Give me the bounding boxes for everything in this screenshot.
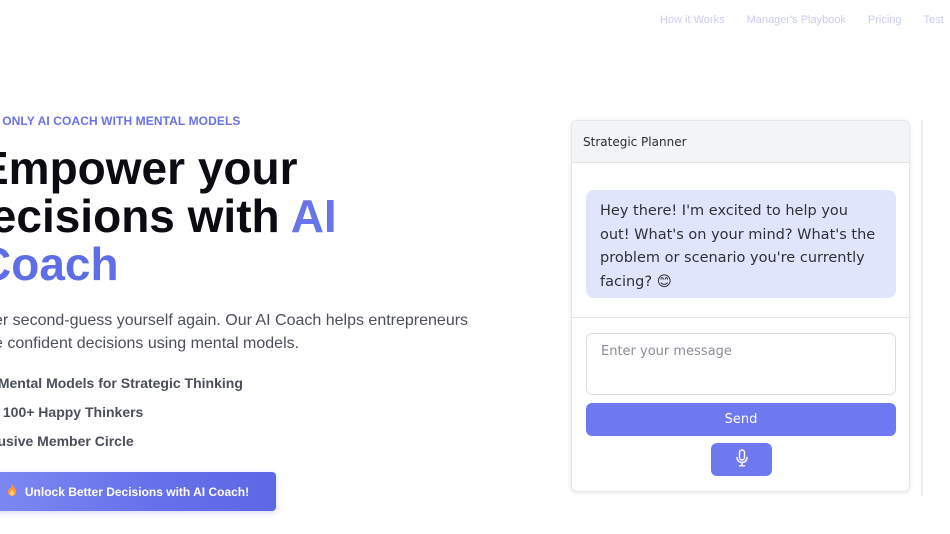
hero-eyebrow: THONLY AI COACH WITH MENTAL MODELS [2,114,241,128]
send-button[interactable]: Send [586,403,896,436]
microphone-icon [735,449,749,470]
top-nav: How it Works Manager's Playbook Pricing … [660,14,944,26]
feature-item: xclusive Member Circle [0,433,134,449]
feature-list: 0+ Mental Models for Strategic Thinking … [0,374,243,461]
chat-title: Strategic Planner [583,134,687,149]
hero-subtext: ver second-guess yourself again. Our AI … [0,312,469,352]
message-input-placeholder: Enter your message [601,344,732,359]
nav-pricing[interactable]: Pricing [868,14,902,26]
unlock-cta-button[interactable]: Unlock Better Decisions with AI Coach! [0,472,276,511]
headline-line-2: lecisions with AI [0,190,337,242]
chat-widget: Strategic Planner Hey there! I'm excited… [571,120,910,492]
chat-messages: Hey there! I'm excited to help you out! … [572,163,909,318]
hero-headline: Empower your lecisions with AI Coach [0,144,337,288]
cta-label: Unlock Better Decisions with AI Coach! [24,484,250,499]
headline-line-1: Empower your [0,142,298,194]
feature-item: 0+ Mental Models for Strategic Thinking [0,375,243,391]
headline-line-3: Coach [0,238,119,290]
feature-item: oin 100+ Happy Thinkers [0,404,144,420]
flame-icon [7,484,17,499]
chat-header: Strategic Planner [572,121,909,163]
nav-how-it-works[interactable]: How it Works [660,14,725,26]
nav-test[interactable]: Test [924,14,944,26]
divider [921,120,923,496]
assistant-message-bubble: Hey there! I'm excited to help you out! … [586,190,896,298]
message-input[interactable]: Enter your message [586,333,896,395]
nav-managers-playbook[interactable]: Manager's Playbook [747,14,846,26]
microphone-button[interactable] [711,443,772,476]
